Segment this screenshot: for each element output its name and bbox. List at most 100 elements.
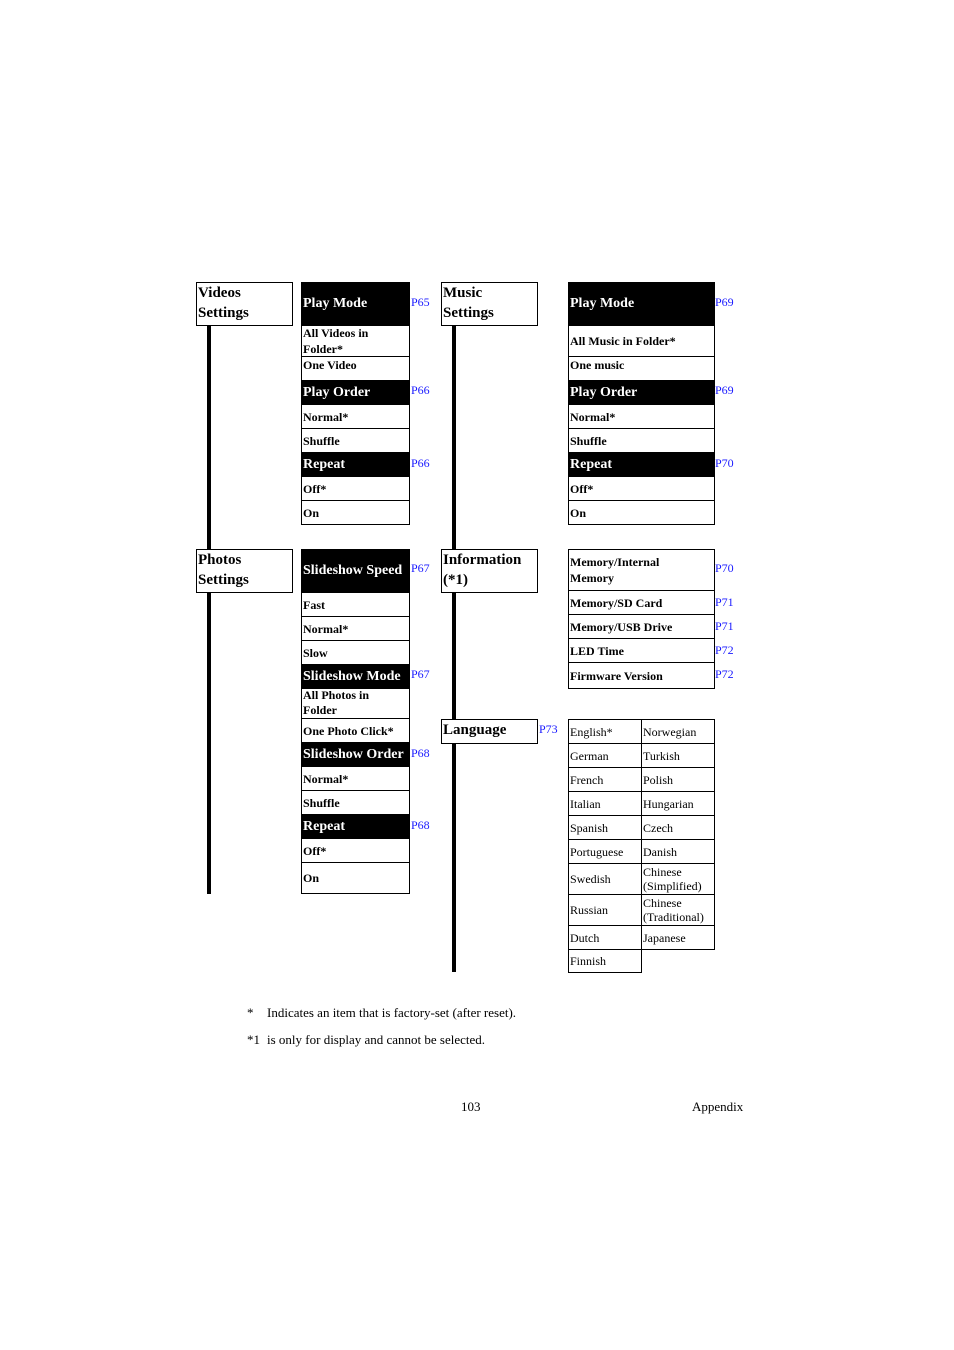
page-ref[interactable]: P69 [715,295,734,309]
videos-settings-title: Videos Settings [196,282,293,326]
music-play-order-header: Play Order [568,381,715,405]
title-line: Music [443,285,483,301]
language-label: English* [570,724,613,739]
language-title: Language [441,719,538,744]
info-label: Memory [570,571,614,585]
language-label: Dutch [570,930,600,945]
music-settings-title: Music Settings [441,282,538,326]
option-label: One Video [303,358,357,372]
option-label: All Music in Folder* [570,334,676,348]
language-option: Chinese (Simplified) [641,863,715,895]
language-option: Russian [568,894,642,926]
option-cell: On [301,863,410,894]
photos-settings-title: Photos Settings [196,549,293,593]
page-ref[interactable]: P71 [715,595,734,609]
option-cell: Off* [568,477,715,501]
photos-repeat-header: Repeat [301,815,410,839]
option-label: Normal* [303,621,349,636]
title-line: Photos [198,552,242,568]
option-label: On [303,505,320,520]
language-option: Spanish [568,815,642,840]
language-option: Finnish [568,949,642,973]
info-label: Memory/Internal [570,555,660,569]
language-option: English* [568,719,642,744]
language-label: French [570,772,604,787]
option-label: Normal* [303,771,349,786]
language-option: Norwegian [641,719,715,744]
language-option: Italian [568,791,642,816]
option-cell: Off* [301,839,410,863]
language-label: Spanish [570,820,609,835]
page-ref[interactable]: P70 [715,456,734,470]
header-label: Play Order [570,385,638,400]
title-line: (*1) [443,572,468,588]
language-label: Chinese [643,896,682,910]
info-label: Firmware Version [570,668,663,683]
language-option: Chinese (Traditional) [641,894,715,926]
footnote-text: Indicates an item that is factory-set (a… [267,1005,517,1020]
page-ref[interactable]: P73 [539,722,558,736]
header-label: Play Order [303,385,371,400]
language-label: (Traditional) [643,910,704,924]
videos-play-order-header: Play Order [301,381,410,405]
info-item: Firmware Version [568,663,715,689]
option-label: Slow [303,645,328,660]
footnote-mark: * [247,1005,254,1020]
page-ref[interactable]: P67 [411,561,430,575]
header-label: Slideshow Speed [303,563,403,578]
page-ref[interactable]: P70 [715,561,734,575]
option-cell: Normal* [301,617,410,641]
photos-slideshow-order-header: Slideshow Order [301,743,410,767]
music-repeat-header: Repeat [568,453,715,477]
language-option: German [568,743,642,768]
information-title: Information (*1) [441,549,538,593]
footnote-mark: *1 [247,1032,260,1047]
title-line: Language [443,722,507,738]
option-cell: Fast [301,593,410,617]
option-label: Normal* [570,409,616,424]
language-option: Dutch [568,925,642,950]
language-option: Japanese [641,925,715,950]
title-line: Information [443,552,522,568]
section-name: Appendix [692,1099,744,1114]
language-label: German [570,748,609,763]
option-cell: On [301,501,410,525]
language-label: Swedish [570,872,611,886]
language-label: Polish [643,772,674,787]
page-ref[interactable]: P72 [715,667,734,681]
option-cell: Shuffle [301,429,410,453]
page-ref[interactable]: P71 [715,619,734,633]
language-option: Turkish [641,743,715,768]
videos-repeat-header: Repeat [301,453,410,477]
option-cell: On [568,501,715,525]
option-label: On [303,871,320,885]
title-line: Settings [443,305,494,321]
page-ref[interactable]: P66 [411,456,430,470]
page-ref[interactable]: P69 [715,383,734,397]
page-ref[interactable]: P67 [411,667,430,681]
option-label: One Photo Click* [303,723,394,738]
header-label: Play Mode [570,296,635,311]
videos-tree-line [207,326,211,894]
language-label: Danish [643,844,677,859]
language-label: Czech [643,820,673,835]
option-cell: All Photos in Folder [301,689,410,719]
info-item: Memory/SD Card [568,591,715,615]
language-label: Chinese [643,865,682,879]
page-ref[interactable]: P65 [411,295,430,309]
language-option: Swedish [568,863,642,895]
option-cell: Normal* [301,767,410,791]
language-label: Hungarian [643,796,694,811]
title-line: Settings [198,305,249,321]
option-cell: One Video [301,357,410,381]
page-ref[interactable]: P68 [411,746,430,760]
option-label: Normal* [303,409,349,424]
option-cell: One music [568,357,715,381]
page-ref[interactable]: P68 [411,818,430,832]
header-label: Repeat [303,457,345,472]
header-label: Slideshow Order [303,747,404,762]
page-ref[interactable]: P66 [411,383,430,397]
page-ref[interactable]: P72 [715,643,734,657]
language-label: Russian [570,903,609,917]
header-label: Play Mode [303,296,368,311]
